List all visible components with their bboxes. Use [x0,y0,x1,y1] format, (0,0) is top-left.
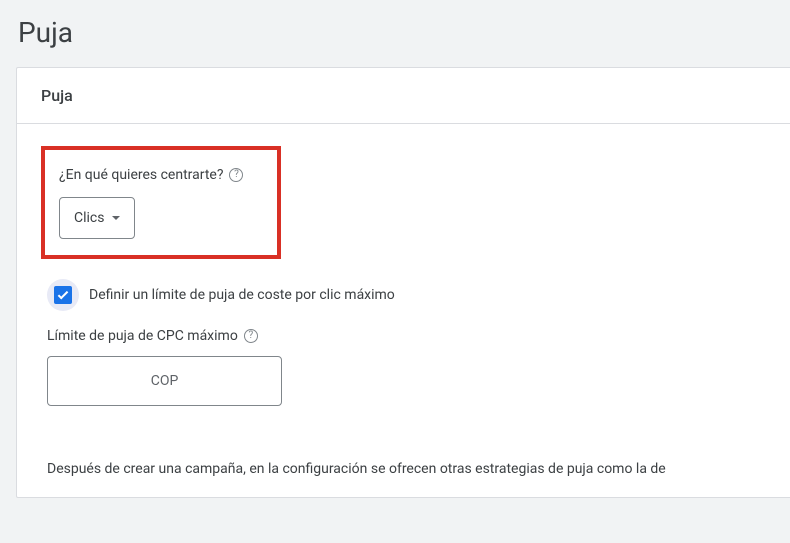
checkbox-ripple [47,279,79,311]
focus-question-label: ¿En qué quieres centrarte? ? [59,167,243,183]
focus-question-text: ¿En qué quieres centrarte? [59,167,223,183]
checkmark-icon [58,288,69,299]
currency-code: COP [151,373,179,389]
help-icon[interactable]: ? [229,168,243,182]
cpc-limit-text: Límite de puja de CPC máximo [47,328,238,344]
bidding-card: Puja ¿En qué quieres centrarte? ? Clics … [16,67,790,498]
max-cpc-checkbox-row: Definir un límite de puja de coste por c… [41,279,766,311]
page-title: Puja [0,0,790,67]
cpc-limit-label: Límite de puja de CPC máximo ? [41,328,258,344]
card-footer-note: Después de crear una campaña, en la conf… [41,461,766,477]
card-body: ¿En qué quieres centrarte? ? Clics Defin… [17,124,790,497]
focus-dropdown-value: Clics [74,210,104,226]
focus-highlight-box: ¿En qué quieres centrarte? ? Clics [41,146,281,259]
help-icon[interactable]: ? [244,329,258,343]
card-header: Puja [17,68,790,124]
cpc-limit-input[interactable]: COP [47,356,282,406]
focus-dropdown[interactable]: Clics [59,197,135,239]
chevron-down-icon [112,216,120,220]
max-cpc-checkbox-label: Definir un límite de puja de coste por c… [89,287,395,303]
max-cpc-checkbox[interactable] [54,286,72,304]
